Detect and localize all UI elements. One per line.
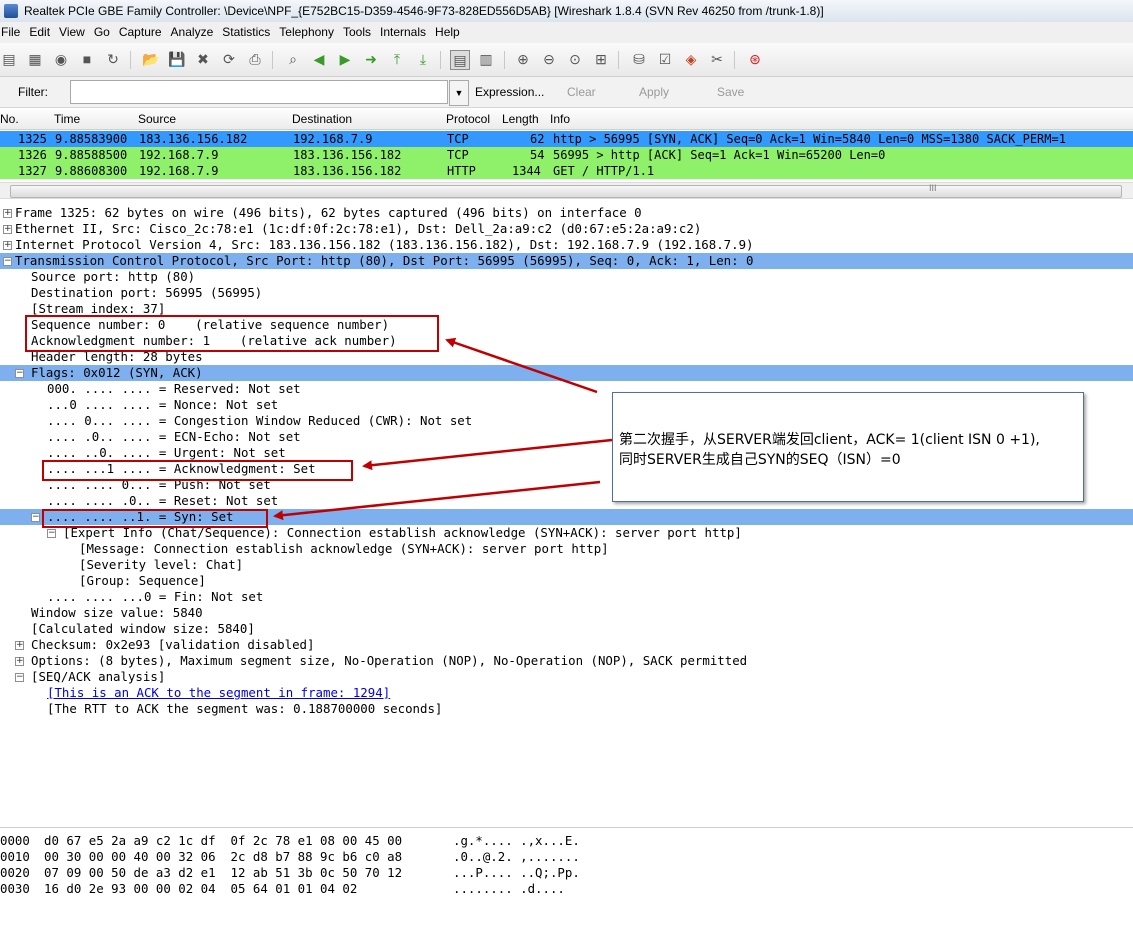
callout-line-1: 第二次握手，从SERVER端发回client，ACK= 1(client ISN…: [619, 432, 1040, 448]
arrow-to-seq-ack: [445, 337, 598, 394]
callout-line-2: 同时SERVER生成自己SYN的SEQ（ISN）=0: [619, 452, 901, 468]
annotation-callout: 第二次握手，从SERVER端发回client，ACK= 1(client ISN…: [612, 392, 1084, 502]
arrow-to-ack-flag: [362, 438, 613, 471]
arrow-to-syn-flag: [273, 480, 601, 521]
